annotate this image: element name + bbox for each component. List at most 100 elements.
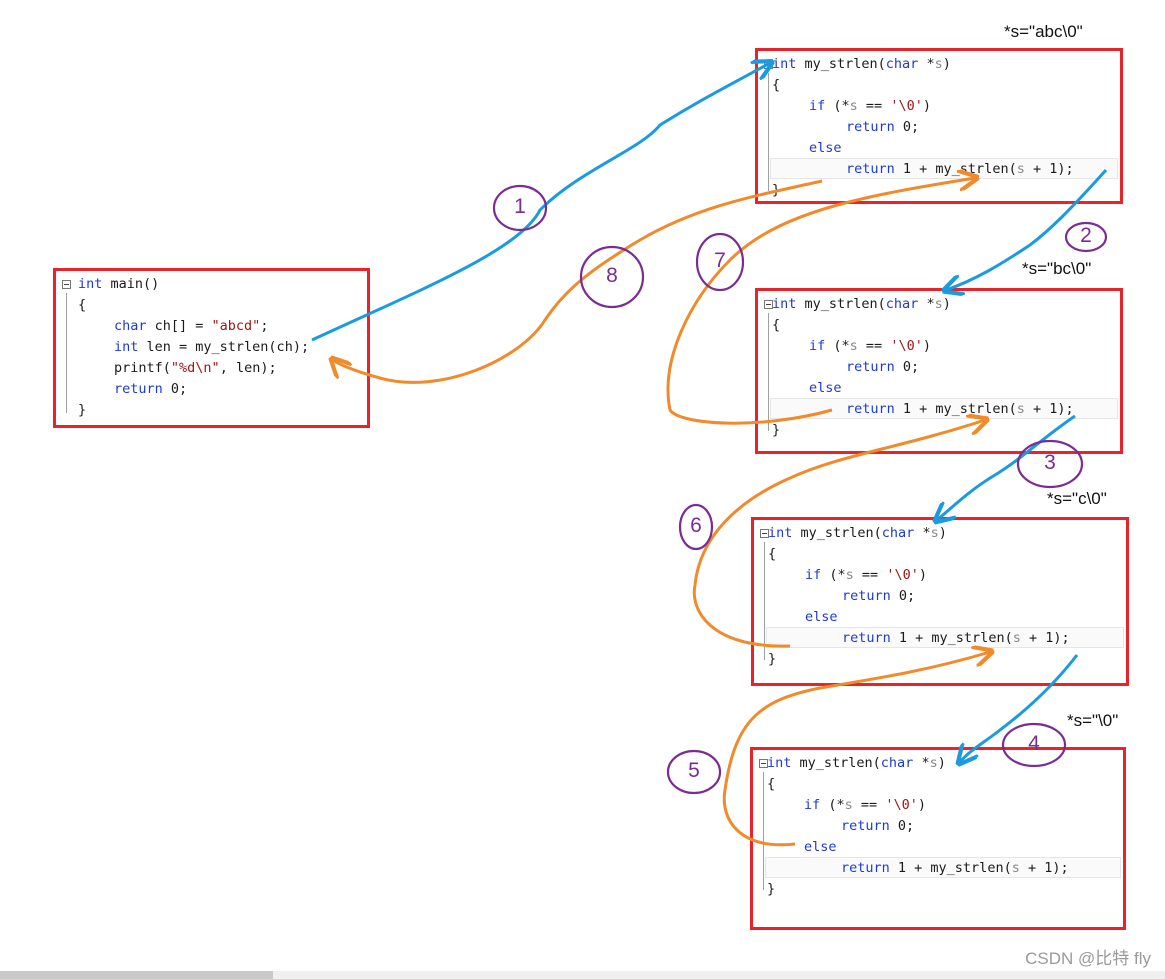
step-number-4: 4 <box>1028 732 1040 755</box>
code-token: 1 + my_strlen( <box>889 860 1012 876</box>
code-line: int main() <box>78 276 160 292</box>
paren-close: ) <box>942 296 951 312</box>
code-line: int len = my_strlen(ch); <box>114 339 310 355</box>
step-number-5: 5 <box>688 759 700 782</box>
code-line: return 1 + my_strlen(s + 1); <box>846 399 1074 419</box>
code-line: if (*s == '\0') <box>809 336 931 356</box>
keyword-else: else <box>809 380 842 396</box>
code-token: == <box>857 338 891 354</box>
keyword-if: if <box>804 797 821 813</box>
code-line: int my_strlen(char *s) <box>772 294 951 314</box>
char-literal: '\0' <box>885 797 918 813</box>
char-literal: '\0' <box>890 338 923 354</box>
function-name: my_strlen( <box>796 296 886 312</box>
param-s: s <box>849 98 858 114</box>
csdn-watermark: CSDN @比特 fly <box>1025 949 1151 968</box>
code-token: ) <box>917 797 926 813</box>
step-number-2: 2 <box>1080 224 1092 247</box>
code-line: printf("%d\n", len); <box>114 360 277 376</box>
code-line: } <box>767 881 776 897</box>
frame-4-string-label: *s="\0" <box>1067 711 1119 730</box>
keyword-return: return <box>846 401 895 417</box>
recursion-frame-3: int my_strlen(char *s) { if (*s == '\0')… <box>751 517 1129 686</box>
keyword-int: int <box>78 276 103 292</box>
code-line: { <box>78 297 87 313</box>
my-strlen-code: int my_strlen(char *s) { if (*s == '\0')… <box>758 291 1120 451</box>
keyword-return: return <box>846 161 895 177</box>
step-number-6: 6 <box>690 514 702 537</box>
param-s: s <box>1016 161 1025 177</box>
code-token: + 1); <box>1024 161 1074 177</box>
code-gutter <box>764 542 765 660</box>
my-strlen-code: int my_strlen(char *s) { if (*s == '\0')… <box>758 51 1120 201</box>
code-token: 0; <box>889 818 915 834</box>
horizontal-scrollbar[interactable] <box>0 971 1165 979</box>
paren-close: ) <box>937 755 946 771</box>
code-token: == <box>852 797 886 813</box>
code-token: + 1); <box>1020 630 1070 646</box>
keyword-return: return <box>842 588 891 604</box>
frame-2-string-label: *s="bc\0" <box>1022 259 1092 278</box>
code-token: (* <box>820 797 845 813</box>
code-gutter <box>768 73 769 191</box>
function-name: my_strlen( <box>791 755 881 771</box>
code-line: else <box>809 378 842 398</box>
keyword-int: int <box>772 56 797 72</box>
code-line: { <box>768 546 777 562</box>
code-line: { <box>772 317 781 333</box>
code-token: (* <box>825 338 850 354</box>
keyword-else: else <box>809 140 842 156</box>
code-gutter <box>66 293 67 413</box>
my-strlen-code: int my_strlen(char *s) { if (*s == '\0')… <box>753 750 1123 927</box>
code-gutter <box>763 772 764 890</box>
code-token: 1 + my_strlen( <box>894 401 1017 417</box>
main-function-frame: int main() { char ch[] = "abcd"; int len… <box>53 268 370 428</box>
pointer-star: * <box>918 56 935 72</box>
code-line: return 0; <box>846 117 919 137</box>
step-number-1: 1 <box>514 195 526 218</box>
keyword-return: return <box>841 818 890 834</box>
code-line: } <box>772 182 781 198</box>
paren-close: ) <box>938 525 947 541</box>
keyword-return: return <box>846 359 895 375</box>
recursion-frame-1: int my_strlen(char *s) { if (*s == '\0')… <box>755 48 1123 204</box>
keyword-char: char <box>885 56 919 72</box>
code-line: } <box>768 651 777 667</box>
code-token: ) <box>922 98 931 114</box>
step-number-3: 3 <box>1044 451 1056 474</box>
function-name: my_strlen( <box>796 56 886 72</box>
param-s: s <box>929 755 938 771</box>
pointer-star: * <box>913 755 930 771</box>
code-line: { <box>772 77 781 93</box>
collapse-icon[interactable] <box>62 280 71 289</box>
param-s: s <box>844 797 853 813</box>
keyword-int: int <box>768 525 793 541</box>
code-token: ) <box>922 338 931 354</box>
keyword-return: return <box>841 860 890 876</box>
frame-3-string-label: *s="c\0" <box>1047 489 1107 508</box>
code-line: else <box>805 607 838 627</box>
keyword-else: else <box>805 609 838 625</box>
keyword-if: if <box>809 98 826 114</box>
code-token: 0; <box>894 359 920 375</box>
keyword-char: char <box>880 755 914 771</box>
param-s: s <box>930 525 939 541</box>
code-token: (* <box>821 567 846 583</box>
param-s: s <box>934 56 943 72</box>
code-token: + 1); <box>1024 401 1074 417</box>
keyword-else: else <box>804 839 837 855</box>
code-line: return 1 + my_strlen(s + 1); <box>842 628 1070 648</box>
keyword-return: return <box>114 381 163 397</box>
keyword-char: char <box>114 318 147 334</box>
keyword-int: int <box>114 339 139 355</box>
call-arrow-1 <box>311 63 770 342</box>
scrollbar-thumb[interactable] <box>0 971 273 979</box>
code-line: if (*s == '\0') <box>805 565 927 585</box>
pointer-star: * <box>914 525 931 541</box>
code-line: return 1 + my_strlen(s + 1); <box>846 159 1074 179</box>
param-s: s <box>1016 401 1025 417</box>
char-literal: '\0' <box>890 98 923 114</box>
step-number-7: 7 <box>714 249 726 272</box>
string-literal: "abcd" <box>211 318 261 334</box>
code-token: == <box>857 98 891 114</box>
